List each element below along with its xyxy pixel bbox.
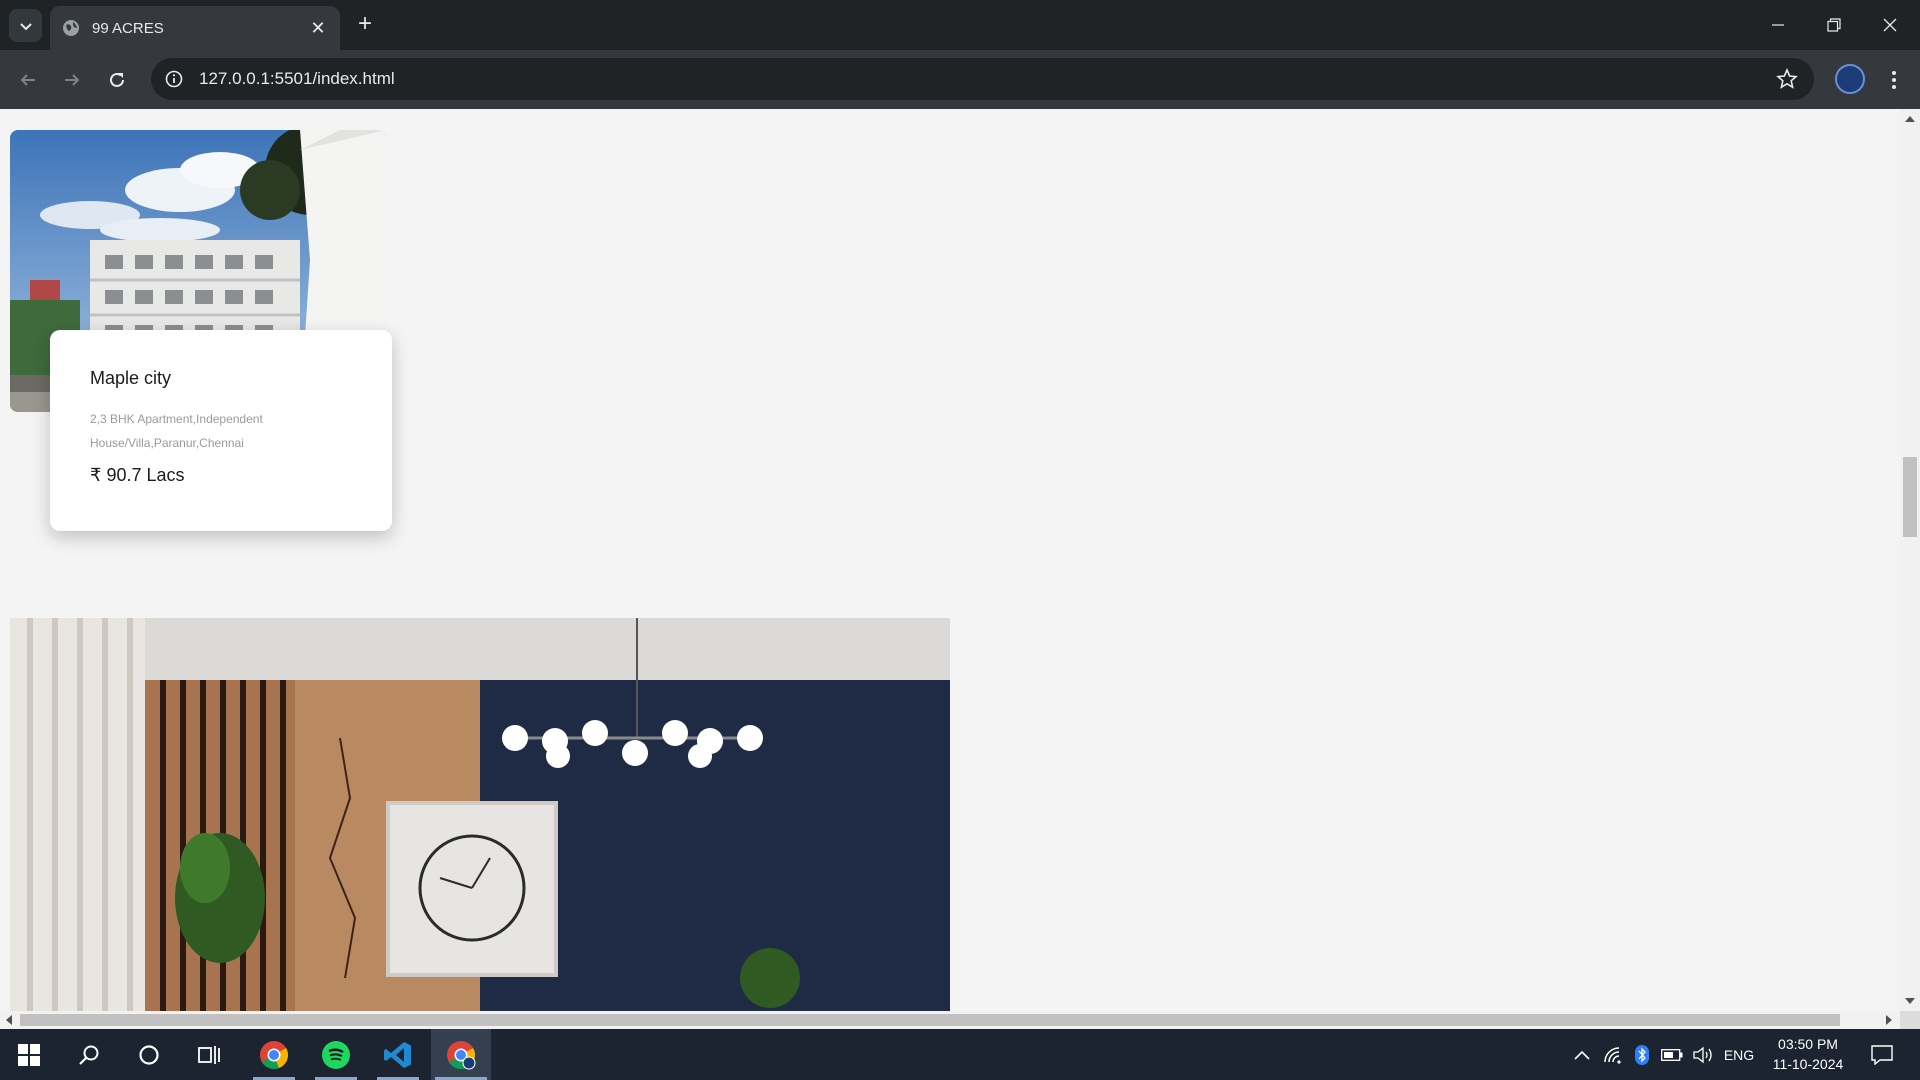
close-icon[interactable]: ✕: [308, 18, 328, 38]
spotify-taskbar-button[interactable]: [307, 1029, 365, 1080]
arrow-left-icon: [20, 74, 35, 86]
scroll-down-icon[interactable]: [1905, 998, 1915, 1004]
minimize-icon: [1772, 24, 1784, 26]
battery-button[interactable]: [1658, 1029, 1686, 1080]
property-name: Maple city: [90, 368, 172, 388]
volume-button[interactable]: [1690, 1029, 1718, 1080]
globe-icon: [63, 20, 79, 36]
chevron-down-icon: [19, 22, 32, 30]
property-description: 2,3 BHK Apartment,Independent House/Vill…: [90, 412, 263, 450]
forward-button[interactable]: [56, 64, 88, 96]
horizontal-scrollbar[interactable]: [0, 1011, 1900, 1029]
property-card[interactable]: Maple city 2,3 BHK Apartment,Independent…: [50, 330, 392, 531]
vertical-scrollbar[interactable]: [1900, 109, 1920, 1011]
interior-banner-image: [10, 618, 950, 1011]
reload-button[interactable]: [101, 64, 133, 96]
property-price: ₹ 90.7 Lacs: [90, 465, 185, 485]
cortana-icon: [139, 1044, 159, 1065]
tab-title: 99 ACRES: [92, 19, 164, 37]
more-vertical-icon: [1892, 71, 1896, 89]
address-bar[interactable]: 127.0.0.1:5501/index.html: [151, 58, 1814, 100]
new-tab-button[interactable]: +: [352, 11, 378, 37]
scroll-right-icon[interactable]: [1886, 1015, 1892, 1025]
chrome-icon: [260, 1040, 288, 1069]
vscode-icon: [384, 1041, 411, 1068]
battery-icon: [1661, 1048, 1683, 1061]
page-viewport: Maple city 2,3 BHK Apartment,Independent…: [0, 109, 1900, 1011]
minimize-button[interactable]: [1750, 0, 1806, 50]
bluetooth-icon: [1635, 1044, 1649, 1065]
chrome-profile-icon: [447, 1040, 476, 1069]
browser-tab[interactable]: 99 ACRES ✕: [50, 6, 340, 50]
scroll-left-icon[interactable]: [6, 1015, 12, 1025]
bookmark-star-icon[interactable]: [1776, 68, 1798, 90]
start-button[interactable]: [0, 1029, 58, 1080]
horizontal-scroll-thumb[interactable]: [20, 1014, 1840, 1026]
scroll-up-icon[interactable]: [1905, 116, 1915, 122]
action-center-button[interactable]: [1862, 1029, 1902, 1080]
bluetooth-button[interactable]: [1630, 1029, 1654, 1080]
info-icon[interactable]: [165, 70, 183, 88]
living-room-interior-photo: [10, 618, 950, 1011]
language-indicator[interactable]: ENG: [1722, 1029, 1756, 1080]
clock-date: 11-10-2024: [1772, 1056, 1844, 1072]
taskbar-clock[interactable]: 03:50 PM 11-10-2024: [1766, 1034, 1850, 1074]
search-button[interactable]: [60, 1029, 118, 1080]
chevron-up-icon: [1574, 1050, 1590, 1060]
url-text[interactable]: 127.0.0.1:5501/index.html: [199, 69, 395, 89]
arrow-right-icon: [65, 74, 80, 86]
scrollbar-corner: [1900, 1011, 1920, 1029]
speaker-icon: [1693, 1046, 1712, 1063]
reload-icon: [110, 72, 124, 87]
task-view-icon: [198, 1045, 220, 1064]
back-button[interactable]: [12, 64, 44, 96]
cortana-button[interactable]: [120, 1029, 178, 1080]
vertical-scroll-thumb[interactable]: [1903, 457, 1917, 537]
chrome-taskbar-button[interactable]: [245, 1029, 303, 1080]
task-view-button[interactable]: [180, 1029, 238, 1080]
network-button[interactable]: [1600, 1029, 1626, 1080]
window-close-button[interactable]: [1862, 0, 1918, 50]
wifi-icon: [1604, 1046, 1621, 1064]
chrome-profile-taskbar-button[interactable]: [431, 1029, 491, 1080]
restore-button[interactable]: [1806, 0, 1862, 50]
vscode-taskbar-button[interactable]: [369, 1029, 427, 1080]
browser-toolbar: 127.0.0.1:5501/index.html: [0, 50, 1920, 109]
browser-tab-bar: 99 ACRES ✕ +: [0, 0, 1920, 50]
clock-time: 03:50 PM: [1778, 1036, 1838, 1052]
search-icon: [79, 1045, 99, 1065]
tab-search-button[interactable]: [9, 9, 42, 42]
close-window-icon: [1883, 18, 1897, 32]
restore-icon: [1827, 18, 1841, 32]
windows-logo-icon: [18, 1043, 40, 1066]
tray-overflow-button[interactable]: [1570, 1029, 1594, 1080]
windows-taskbar: ENG 03:50 PM 11-10-2024: [0, 1029, 1920, 1080]
browser-menu-button[interactable]: [1882, 64, 1906, 96]
profile-avatar[interactable]: [1835, 64, 1865, 94]
spotify-icon: [322, 1040, 350, 1069]
notification-icon: [1871, 1044, 1893, 1065]
